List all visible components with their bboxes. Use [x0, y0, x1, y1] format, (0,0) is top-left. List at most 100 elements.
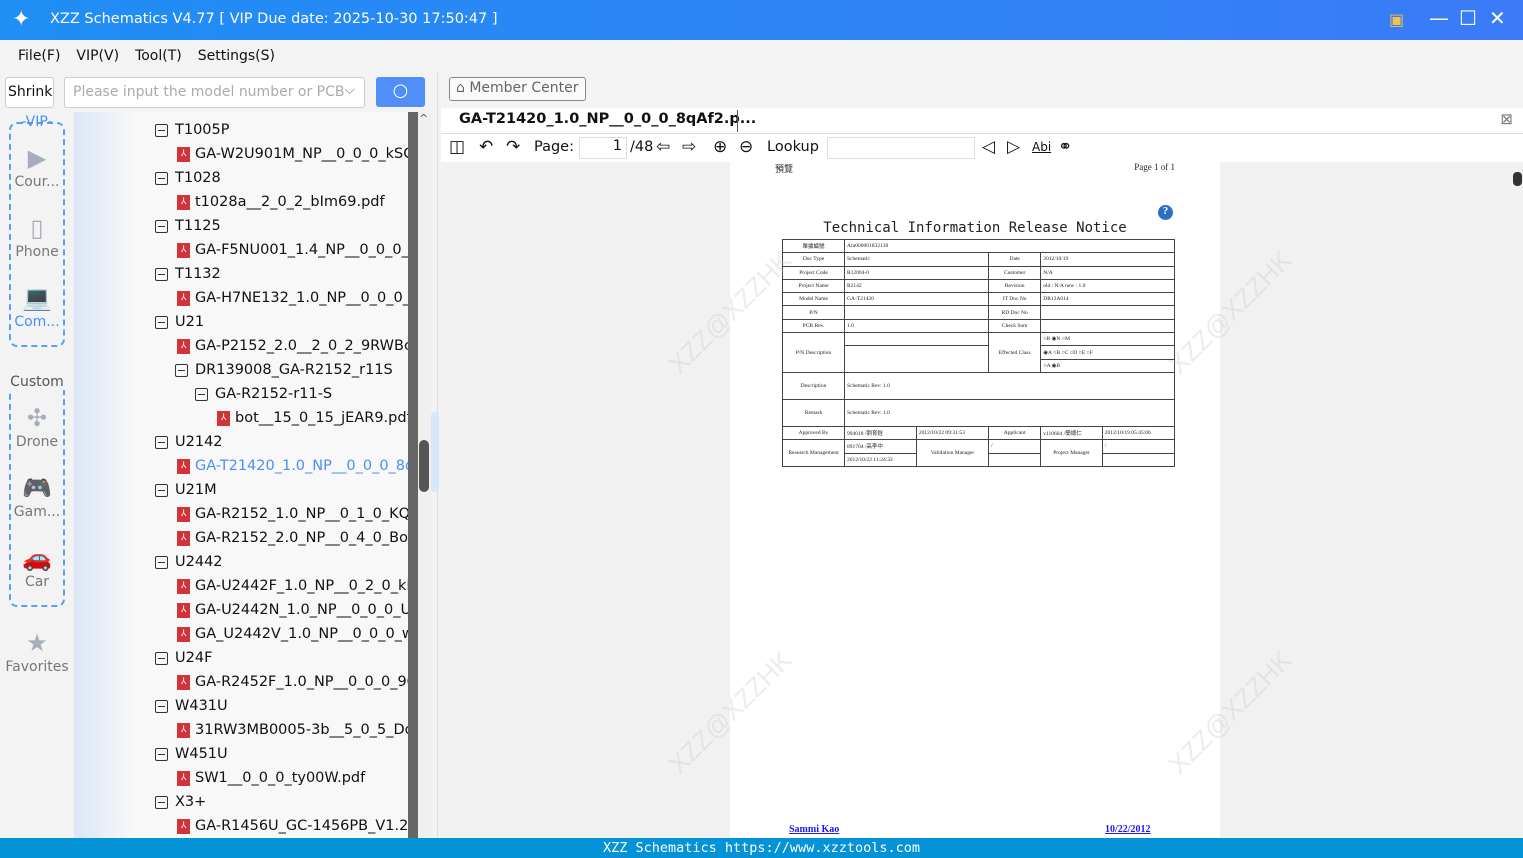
tree-file[interactable]: ⅄ SW1__0_0_0_ty00W.pdf [177, 766, 365, 790]
tree-label: DR139008_GA-R2152_r11S [195, 362, 393, 378]
page-input[interactable]: 1 [579, 137, 627, 159]
zoom-in-icon[interactable]: ⊕ [713, 137, 727, 157]
tree-file[interactable]: ⅄ GA-P2152_2.0__2_0_2_9RWBc.pdf [177, 334, 408, 358]
find-next-icon[interactable]: ▷ [1007, 137, 1020, 157]
prev-page-icon[interactable]: ⇦ [656, 137, 670, 157]
tree-file[interactable]: ⅄ GA-U2442F_1.0_NP__0_2_0_kEY [177, 574, 408, 598]
tree-label: bot__15_0_15_jEAR9.pdf [235, 410, 408, 426]
menu-tool[interactable]: Tool(T) [127, 40, 190, 72]
tree-folder[interactable]: U21M [155, 478, 217, 502]
table-cell: Model Name [782, 292, 845, 307]
two-page-icon[interactable]: ◫ [449, 137, 465, 157]
close-button[interactable]: ✕ [1489, 6, 1506, 30]
tree-folder[interactable]: U21 [155, 310, 204, 334]
tree-folder[interactable]: DR139008_GA-R2152_r11S [175, 358, 393, 382]
shrink-button[interactable]: Shrink [5, 77, 54, 108]
pdf-icon: ⅄ [177, 626, 190, 642]
tree-file[interactable]: ⅄ GA-T21420_1.0_NP__0_0_0_8qAf2.pdf [177, 454, 408, 478]
splitter-grip[interactable] [419, 440, 429, 492]
tree-file[interactable]: ⅄ GA-R2152_2.0_NP__0_4_0_BoXU [177, 526, 408, 550]
viewer-scroll-thumb[interactable] [1513, 172, 1522, 186]
collapse-icon[interactable] [155, 795, 168, 809]
table-cell: Ara000001832130 [844, 238, 1175, 254]
help-icon[interactable]: ? [1158, 205, 1173, 220]
tree-file[interactable]: ⅄ GA-U2442N_1.0_NP__0_0_0_UB [177, 598, 408, 622]
collapse-icon[interactable] [175, 363, 188, 377]
category-computer[interactable]: 💻 Com... [0, 284, 74, 330]
category-courses[interactable]: ▶ Cour... [0, 144, 74, 190]
doc-title: Technical Information Release Notice [823, 220, 1127, 236]
rotate-right-icon[interactable]: ↷ [506, 137, 520, 157]
tree-folder[interactable]: X3+ [155, 790, 206, 814]
search-button[interactable]: ○ [376, 77, 425, 107]
collapse-icon[interactable] [155, 435, 168, 449]
viewer-scrollbar[interactable] [1511, 162, 1523, 838]
collapse-icon[interactable] [155, 555, 168, 569]
tree-file[interactable]: ⅄ t1028a__2_0_2_bIm69.pdf [177, 190, 385, 214]
next-page-icon[interactable]: ⇨ [682, 137, 696, 157]
collapse-icon[interactable] [155, 219, 168, 233]
collapse-icon[interactable] [155, 315, 168, 329]
tree-scrollbar[interactable] [408, 112, 418, 838]
menu-file[interactable]: File(F) [10, 40, 68, 72]
tree-folder[interactable]: T1125 [155, 214, 221, 238]
collapse-icon[interactable] [195, 387, 208, 401]
close-tab-icon[interactable]: ⊠ [1500, 110, 1513, 128]
category-phone[interactable]: ▯ Phone [0, 214, 74, 260]
collapse-icon[interactable] [155, 699, 168, 713]
watermark: XZZ@XZZHK [1162, 644, 1298, 780]
table-cell: Date [988, 252, 1042, 267]
tree-file[interactable]: ⅄ 31RW3MB0005-3b__5_0_5_Dob [177, 718, 408, 742]
tree-folder[interactable]: GA-R2152-r11-S [195, 382, 332, 406]
category-games[interactable]: 🎮 Gam... [0, 474, 74, 520]
favorites-button[interactable]: ★ Favorites [0, 629, 74, 675]
category-drone[interactable]: ✣ Drone [0, 404, 74, 450]
collapse-icon[interactable] [155, 171, 168, 185]
maximize-button[interactable]: ☐ [1459, 6, 1477, 30]
collapse-icon[interactable] [155, 483, 168, 497]
tree-file[interactable]: ⅄ GA-R2152_1.0_NP__0_1_0_KQQ [177, 502, 408, 526]
menu-settings[interactable]: Settings(S) [190, 40, 283, 72]
table-cell [1101, 452, 1176, 467]
category-car[interactable]: 🚗 Car [0, 544, 74, 590]
tree-folder[interactable]: U2142 [155, 430, 223, 454]
minimize-button[interactable]: — [1429, 6, 1449, 30]
panel-splitter-handle[interactable] [431, 412, 439, 492]
file-tree: T1005P ⅄ GA-W2U901M_NP__0_0_0_kSCA.pdf T102… [74, 112, 408, 838]
tree-file[interactable]: ⅄ GA-R2452F_1.0_NP__0_0_0_9O3 [177, 670, 408, 694]
menu-vip[interactable]: VIP(V) [68, 40, 127, 72]
collapse-icon[interactable] [155, 651, 168, 665]
tree-file[interactable]: ⅄ GA-F5NU001_1.4_NP__0_0_0_9T [177, 238, 408, 262]
rotate-left-icon[interactable]: ↶ [479, 137, 493, 157]
zoom-out-icon[interactable]: ⊖ [739, 137, 753, 157]
collapse-icon[interactable] [155, 123, 168, 137]
search-input[interactable]: Please input the model number or PCB ⌵ [64, 77, 365, 108]
tree-file[interactable]: ⅄ GA-R1456U_GC-1456PB_V1.2_NP [177, 814, 408, 838]
chevron-down-icon[interactable]: ⌵ [344, 82, 355, 98]
tree-file[interactable]: ⅄ GA_U2442V_1.0_NP__0_0_0_w9F [177, 622, 408, 646]
tree-folder[interactable]: T1132 [155, 262, 221, 286]
member-center-button[interactable]: ⌂ Member Center [449, 77, 586, 101]
scroll-up-icon[interactable]: ^ [419, 112, 428, 125]
collapse-icon[interactable] [155, 267, 168, 281]
tree-folder[interactable]: T1028 [155, 166, 221, 190]
tree-folder[interactable]: W451U [155, 742, 228, 766]
pdf-viewer[interactable]: 預覽 Page 1 of 1 ? Technical Information R… [441, 162, 1523, 838]
match-case-button[interactable]: Abi [1032, 140, 1051, 154]
tree-folder[interactable]: U24F [155, 646, 212, 670]
pdf-icon: ⅄ [177, 242, 190, 258]
tree-folder[interactable]: T1005P [155, 118, 230, 142]
tree-file[interactable]: ⅄ GA-W2U901M_NP__0_0_0_kSCA.pdf [177, 142, 408, 166]
tree-folder[interactable]: U2442 [155, 550, 223, 574]
tree-folder[interactable]: W431U [155, 694, 228, 718]
lookup-input[interactable] [827, 137, 975, 159]
briefcase-icon[interactable]: ▣ [1389, 10, 1404, 29]
document-tab[interactable]: GA-T21420_1.0_NP__0_0_0_8qAf2.p... ⊠ [441, 108, 1523, 134]
table-cell: Description [782, 371, 845, 400]
collapse-icon[interactable] [155, 747, 168, 761]
find-prev-icon[interactable]: ◁ [982, 137, 995, 157]
binoculars-icon[interactable]: ⚭ [1058, 137, 1072, 157]
table-cell: Research Management [782, 439, 845, 467]
tree-file[interactable]: ⅄ bot__15_0_15_jEAR9.pdf [217, 406, 408, 430]
tree-file[interactable]: ⅄ GA-H7NE132_1.0_NP__0_0_0_w [177, 286, 408, 310]
